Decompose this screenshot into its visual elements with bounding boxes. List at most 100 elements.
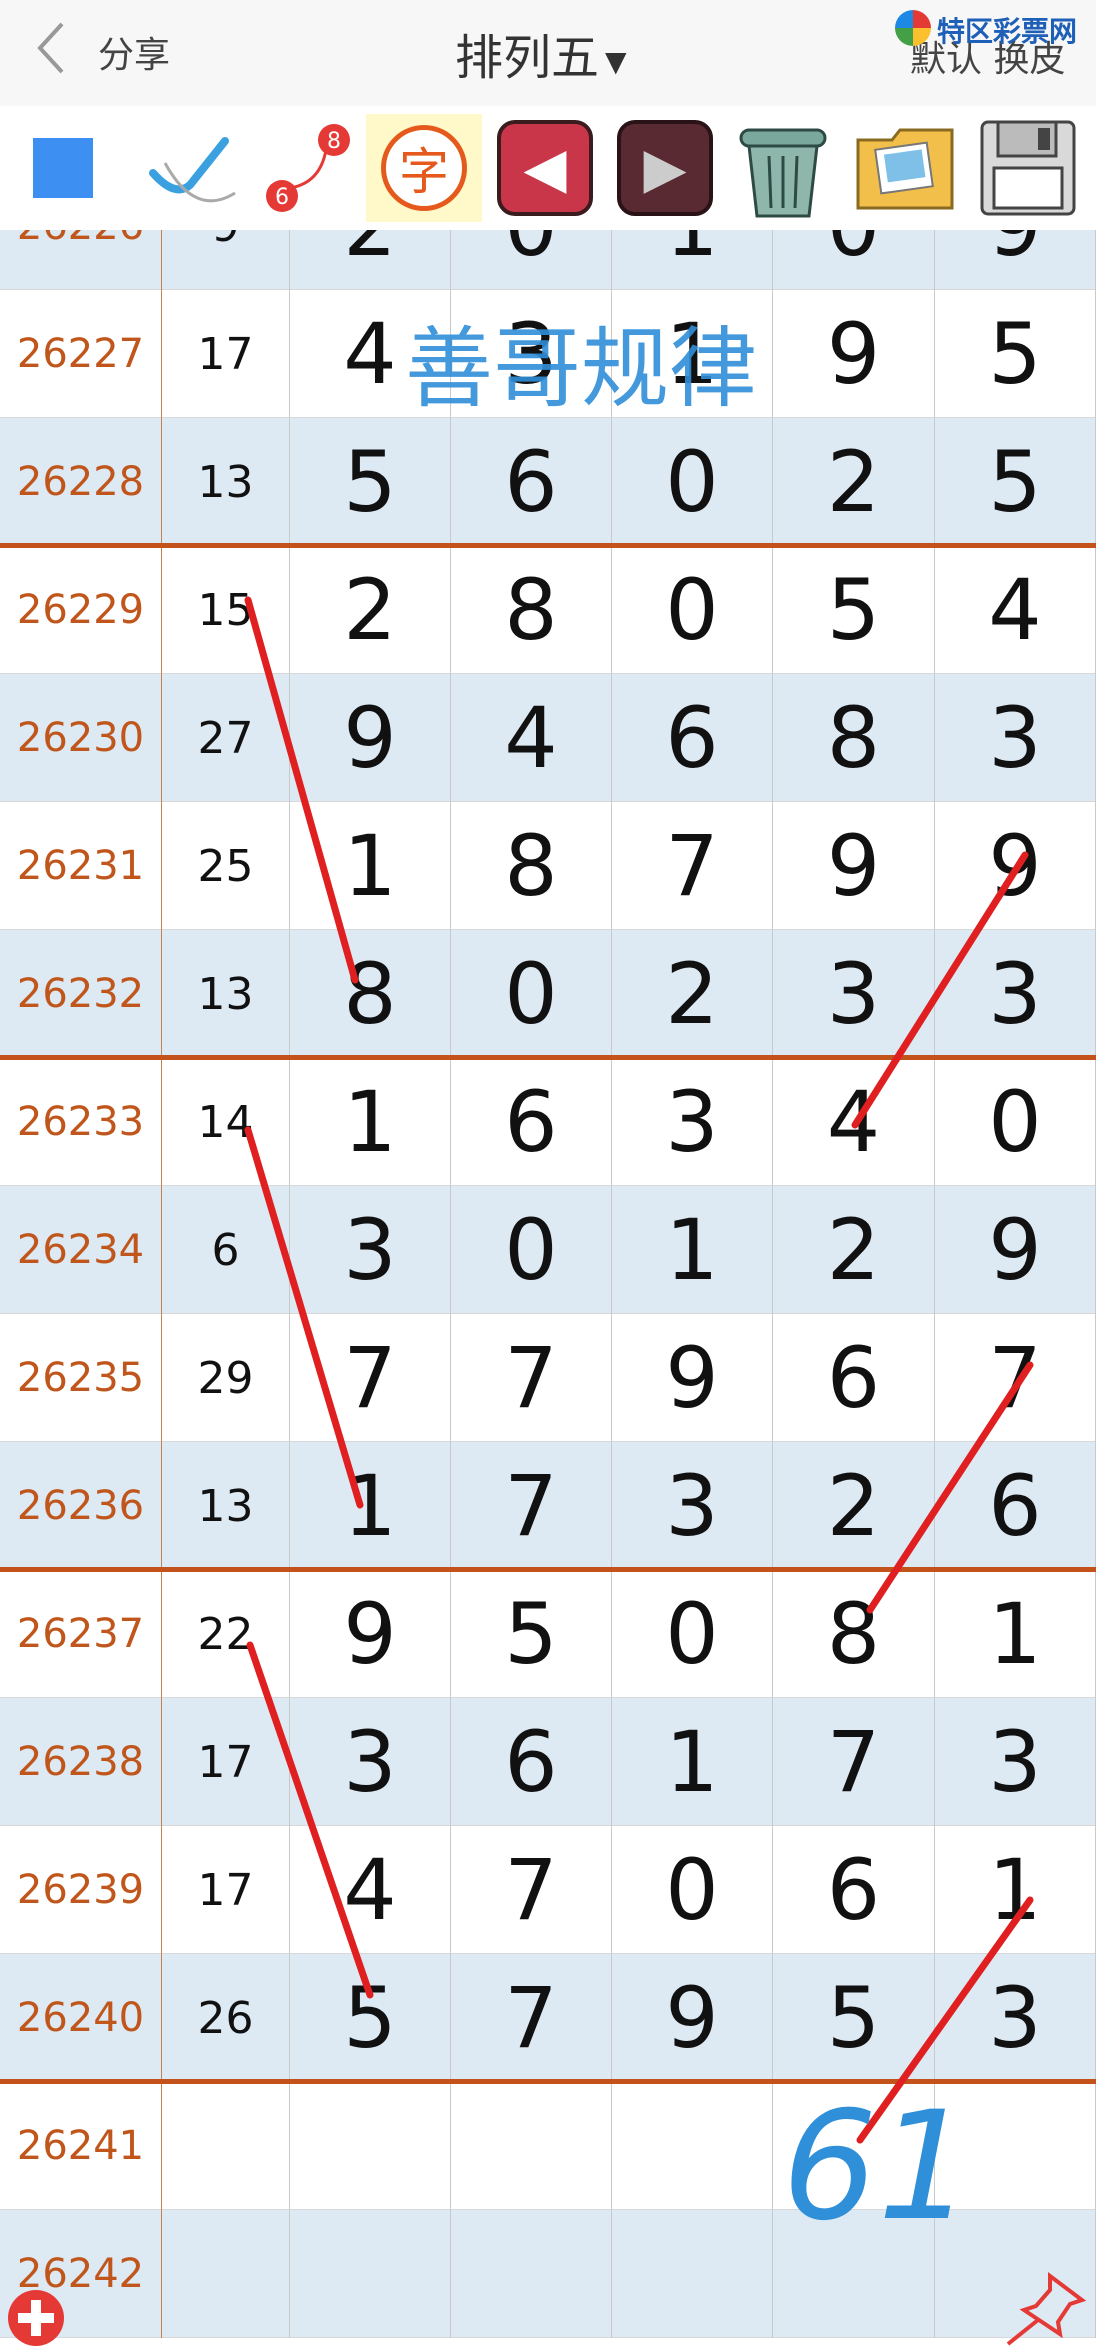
- digit-cell[interactable]: 0: [612, 546, 773, 674]
- digit-cell[interactable]: 5: [773, 546, 935, 674]
- digit-cell[interactable]: [290, 2210, 451, 2338]
- digit-cell[interactable]: 6: [451, 418, 612, 546]
- digit-cell[interactable]: 2: [290, 546, 451, 674]
- digit-cell[interactable]: 1: [612, 1698, 773, 1826]
- digit-cell[interactable]: 5: [773, 1954, 935, 2082]
- digit-cell[interactable]: 8: [451, 802, 612, 930]
- digit-cell[interactable]: 2: [773, 1186, 935, 1314]
- digit-cell[interactable]: 3: [612, 1058, 773, 1186]
- digit-cell[interactable]: [612, 2082, 773, 2210]
- digit-cell[interactable]: 9: [612, 1314, 773, 1442]
- digit-cell[interactable]: 3: [935, 674, 1096, 802]
- digit-cell[interactable]: 1: [290, 1442, 451, 1570]
- digit-cell[interactable]: 7: [451, 1314, 612, 1442]
- text-tool-button[interactable]: 字: [366, 114, 482, 222]
- digit-cell[interactable]: [773, 2210, 935, 2338]
- digit-cell[interactable]: 9: [773, 290, 935, 418]
- redo-button[interactable]: ▶: [610, 114, 720, 222]
- digit-cell[interactable]: 7: [290, 1314, 451, 1442]
- lottery-selector[interactable]: 排列五 ▼: [455, 18, 627, 88]
- square-tool-button[interactable]: [18, 114, 108, 222]
- digit-cell[interactable]: 6: [612, 674, 773, 802]
- issue-number-cell: 26236: [0, 1442, 162, 1570]
- digit-cell[interactable]: 5: [451, 1570, 612, 1698]
- digit-cell[interactable]: 4: [773, 1058, 935, 1186]
- digit-cell[interactable]: [612, 2210, 773, 2338]
- digit-cell[interactable]: 0: [935, 1058, 1096, 1186]
- digit-cell[interactable]: 9: [290, 674, 451, 802]
- digit-cell[interactable]: 0: [451, 230, 612, 290]
- digit-cell[interactable]: 5: [290, 418, 451, 546]
- digit-cell[interactable]: 2: [773, 418, 935, 546]
- digit-cell[interactable]: [451, 2210, 612, 2338]
- digit-cell[interactable]: [773, 2082, 935, 2210]
- clear-button[interactable]: [728, 114, 838, 222]
- image-button[interactable]: [846, 114, 964, 222]
- digit-cell[interactable]: 9: [290, 1570, 451, 1698]
- digit-cell[interactable]: 2: [773, 1442, 935, 1570]
- digit-cell[interactable]: 3: [935, 1698, 1096, 1826]
- digit-cell[interactable]: 3: [935, 1954, 1096, 2082]
- digit-cell[interactable]: 1: [290, 802, 451, 930]
- digit-cell[interactable]: 7: [935, 1314, 1096, 1442]
- digit-cell[interactable]: [451, 2082, 612, 2210]
- digit-cell[interactable]: 0: [451, 1186, 612, 1314]
- digit-cell[interactable]: 5: [935, 418, 1096, 546]
- digit-cell[interactable]: 0: [612, 1570, 773, 1698]
- digit-cell[interactable]: 0: [612, 418, 773, 546]
- digit-cell[interactable]: 0: [773, 230, 935, 290]
- digit-cell[interactable]: 6: [773, 1826, 935, 1954]
- digit-cell[interactable]: 8: [773, 1570, 935, 1698]
- digit-cell[interactable]: 5: [290, 1954, 451, 2082]
- digit-cell[interactable]: 1: [612, 230, 773, 290]
- digit-cell[interactable]: 1: [290, 1058, 451, 1186]
- digit-cell[interactable]: 1: [935, 1570, 1096, 1698]
- digit-cell[interactable]: 9: [935, 1186, 1096, 1314]
- pin-icon[interactable]: [1000, 2270, 1090, 2348]
- digit-cell[interactable]: 3: [290, 1698, 451, 1826]
- digit-cell[interactable]: [935, 2082, 1096, 2210]
- digit-cell[interactable]: 4: [935, 546, 1096, 674]
- digit-cell[interactable]: 7: [451, 1826, 612, 1954]
- table-row: 26232 13 8 0 2 3 3: [0, 930, 1096, 1058]
- digit-cell[interactable]: [290, 2082, 451, 2210]
- digit-cell[interactable]: 5: [935, 290, 1096, 418]
- digit-cell[interactable]: 4: [290, 1826, 451, 1954]
- digit-cell[interactable]: 7: [612, 802, 773, 930]
- digit-cell[interactable]: 7: [773, 1698, 935, 1826]
- sum-cell: 26: [162, 1954, 290, 2082]
- digit-cell[interactable]: 4: [451, 674, 612, 802]
- share-button[interactable]: 分享: [98, 26, 170, 78]
- issue-number-cell: 26235: [0, 1314, 162, 1442]
- digit-cell[interactable]: 6: [451, 1698, 612, 1826]
- digit-cell[interactable]: 1: [612, 1186, 773, 1314]
- digit-cell[interactable]: 9: [612, 1954, 773, 2082]
- digit-cell[interactable]: 3: [290, 1186, 451, 1314]
- digit-cell[interactable]: 3: [773, 930, 935, 1058]
- save-button[interactable]: [970, 114, 1086, 222]
- check-tool-button[interactable]: [140, 114, 250, 222]
- digit-cell[interactable]: 6: [451, 1058, 612, 1186]
- add-button[interactable]: [8, 2290, 64, 2346]
- digit-cell[interactable]: 6: [935, 1442, 1096, 1570]
- digit-cell[interactable]: 9: [935, 802, 1096, 930]
- digit-cell[interactable]: 1: [935, 1826, 1096, 1954]
- digit-cell[interactable]: 3: [935, 930, 1096, 1058]
- digit-cell[interactable]: 8: [773, 674, 935, 802]
- line-tool-button[interactable]: 8 6: [258, 114, 358, 222]
- digit-cell[interactable]: 6: [773, 1314, 935, 1442]
- digit-cell[interactable]: 7: [451, 1954, 612, 2082]
- digit-cell[interactable]: 2: [612, 930, 773, 1058]
- digit-cell[interactable]: 8: [451, 546, 612, 674]
- digit-cell[interactable]: 0: [451, 930, 612, 1058]
- undo-button[interactable]: ◀: [490, 114, 600, 222]
- digit-cell[interactable]: 8: [290, 930, 451, 1058]
- digit-cell[interactable]: 3: [612, 1442, 773, 1570]
- digit-cell[interactable]: 0: [612, 1826, 773, 1954]
- connect-line-icon: 8 6: [266, 124, 350, 212]
- digit-cell[interactable]: 2: [290, 230, 451, 290]
- digit-cell[interactable]: 9: [773, 802, 935, 930]
- digit-cell[interactable]: 7: [451, 1442, 612, 1570]
- digit-cell[interactable]: 9: [935, 230, 1096, 290]
- back-chevron-icon[interactable]: [30, 18, 70, 78]
